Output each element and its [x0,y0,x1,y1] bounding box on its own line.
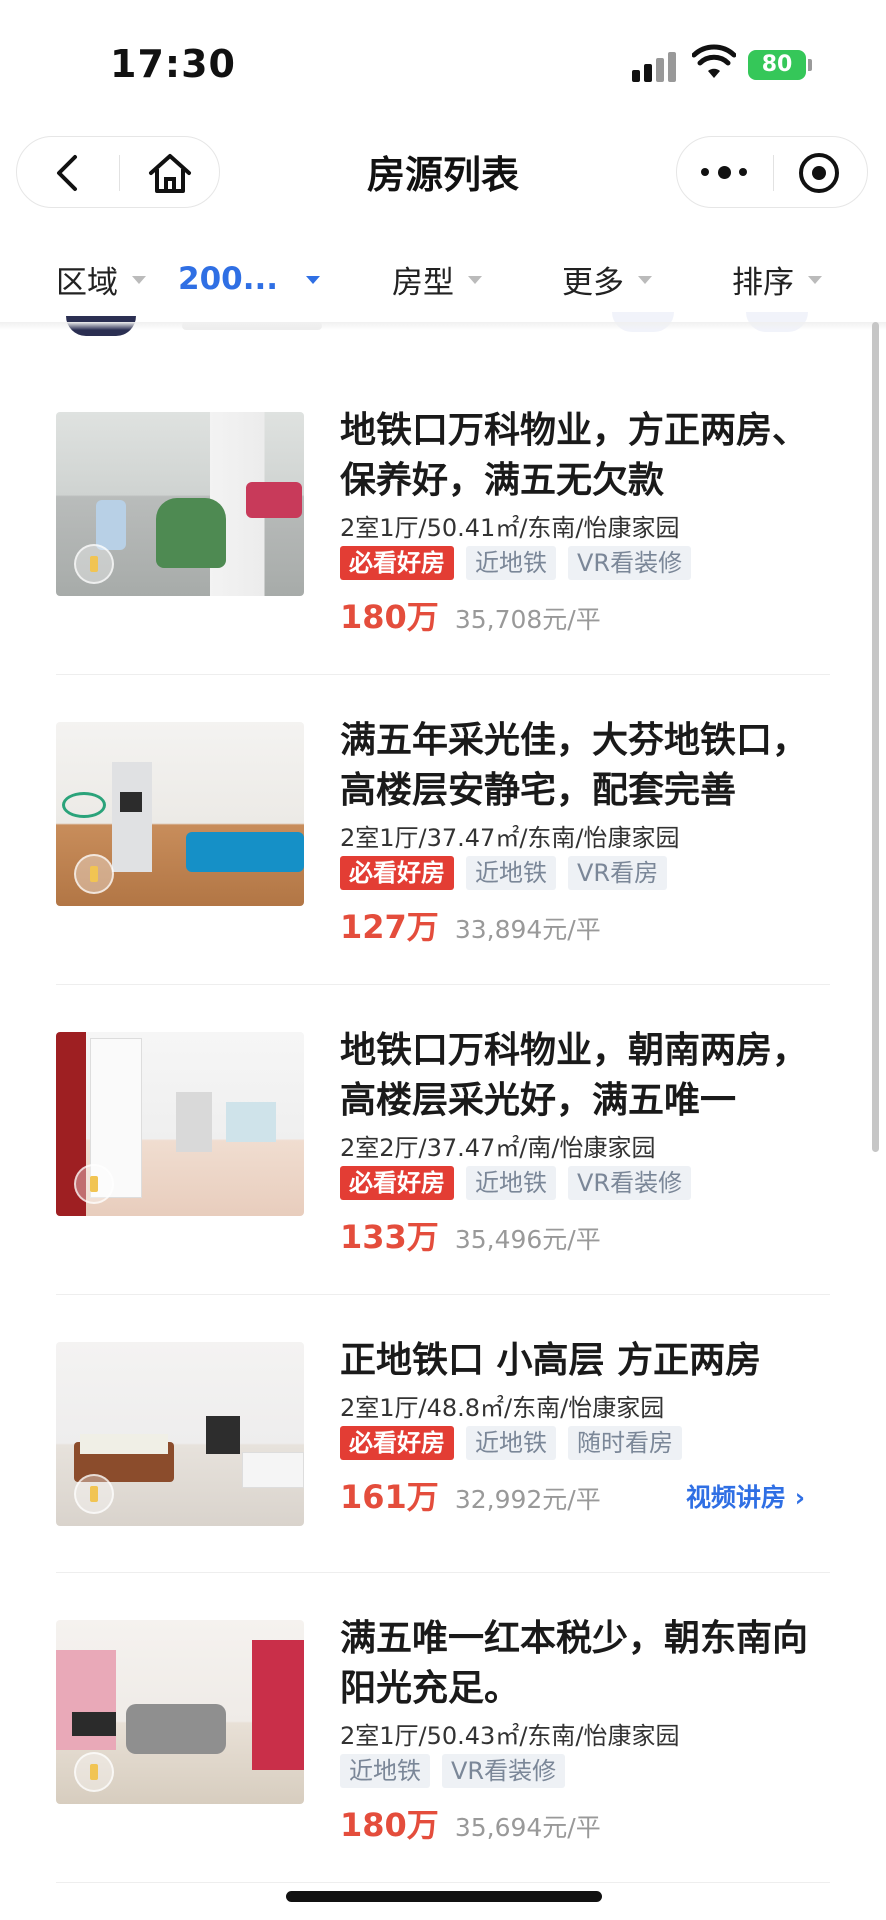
listing-title-line: 满五唯一红本税少，朝东南向 [340,1618,809,1659]
status-bar: 17:30 80 [0,0,886,120]
total-price: 180万 [340,1806,439,1844]
cellular-signal-icon [632,52,678,82]
listing-price: 127万 33,894元/平 [340,902,601,948]
battery-cap [808,59,812,71]
vr-play-icon[interactable] [74,854,114,894]
tag: VR看装修 [442,1754,566,1788]
listing-price: 161万 32,992元/平 [340,1472,601,1518]
unit-price: 35,496元/平 [454,1225,601,1254]
listing-title-line: 高楼层采光好，满五唯一 [340,1080,737,1121]
vr-play-icon[interactable] [74,1474,114,1514]
filter-district[interactable]: 区域 [56,254,146,304]
divider [56,1572,830,1573]
filter-price[interactable]: 200... [178,254,321,304]
listing-title-line: 地铁口万科物业，朝南两房， [340,1030,809,1071]
listing-title: 满五年采光佳，大芬地铁口， 高楼层安静宅，配套完善 [340,716,830,816]
listing-photo[interactable] [56,1342,304,1526]
tag: VR看装修 [568,546,692,580]
video-tour-link[interactable]: 视频讲房 › [686,1478,805,1514]
filter-more[interactable]: 更多 [562,254,652,304]
listing-title-line: 保养好，满五无欠款 [340,460,665,501]
tag: VR看装修 [568,1166,692,1200]
listing-meta: 2室1厅/50.41㎡/东南/怡康家园 [340,514,680,542]
listing-title-line: 阳光充足。 [340,1668,521,1709]
filter-label: 更多 [562,264,624,301]
total-price: 180万 [340,598,439,636]
tag: 近地铁 [466,546,556,580]
wifi-icon [692,44,736,78]
nav-capsule-right [676,136,868,208]
filter-sort[interactable]: 排序 [732,254,822,304]
battery-icon: 80 [748,50,806,80]
more-options-icon[interactable] [701,161,749,185]
filter-label: 房型 [392,264,454,301]
chevron-down-icon [638,276,652,284]
listing-title-line: 地铁口万科物业，方正两房、 [340,410,809,451]
tag-must-see: 必看好房 [340,1166,454,1200]
total-price: 133万 [340,1218,439,1256]
tag: 近地铁 [466,1426,556,1460]
listing-tags: 必看好房 近地铁 VR看装修 [340,1166,692,1200]
filter-room-type[interactable]: 房型 [392,254,482,304]
listing-title-line: 高楼层安静宅，配套完善 [340,770,737,811]
listing-meta: 2室2厅/37.47㎡/南/怡康家园 [340,1134,656,1162]
listing-title: 地铁口万科物业，朝南两房， 高楼层采光好，满五唯一 [340,1026,830,1126]
status-time: 17:30 [110,42,236,86]
unit-price: 32,992元/平 [454,1485,601,1514]
listing-title: 地铁口万科物业，方正两房、 保养好，满五无欠款 [340,406,830,506]
close-miniprogram-icon[interactable] [799,153,839,193]
chevron-down-icon [306,276,321,284]
listing-photo[interactable] [56,722,304,906]
listing-title: 正地铁口 小高层 方正两房 [340,1336,830,1386]
chevron-down-icon [468,276,482,284]
divider [56,1882,830,1883]
tag: 近地铁 [340,1754,430,1788]
video-tour-label: 视频讲房 [686,1483,787,1512]
unit-price: 35,694元/平 [454,1813,601,1842]
total-price: 161万 [340,1478,439,1516]
listing-title: 满五唯一红本税少，朝东南向 阳光充足。 [340,1614,830,1714]
listing-price: 180万 35,694元/平 [340,1800,601,1846]
tag: VR看房 [568,856,668,890]
vr-play-icon[interactable] [74,1752,114,1792]
listing-title-line: 满五年采光佳，大芬地铁口， [340,720,809,761]
vr-play-icon[interactable] [74,544,114,584]
filter-label: 排序 [732,264,794,301]
divider [56,1294,830,1295]
tag-must-see: 必看好房 [340,856,454,890]
total-price: 127万 [340,908,439,946]
tag-must-see: 必看好房 [340,546,454,580]
listing-tags: 近地铁 VR看装修 [340,1754,566,1788]
filter-label: 区域 [56,264,118,301]
unit-price: 35,708元/平 [454,605,601,634]
listing-price: 133万 35,496元/平 [340,1212,601,1258]
tag-must-see: 必看好房 [340,1426,454,1460]
listing-tags: 必看好房 近地铁 VR看房 [340,856,668,890]
scrollbar[interactable] [872,322,879,1152]
listing-title-line: 正地铁口 小高层 方正两房 [340,1340,762,1381]
divider [56,674,830,675]
unit-price: 33,894元/平 [454,915,601,944]
divider [56,984,830,985]
tag: 随时看房 [568,1426,682,1460]
tag: 近地铁 [466,1166,556,1200]
chevron-right-icon: › [794,1483,806,1512]
filter-label: 200... [178,261,279,297]
listing-tags: 必看好房 近地铁 VR看装修 [340,546,692,580]
chevron-down-icon [132,276,146,284]
listing-meta: 2室1厅/50.43㎡/东南/怡康家园 [340,1722,680,1750]
vr-play-icon[interactable] [74,1164,114,1204]
listing-meta: 2室1厅/37.47㎡/东南/怡康家园 [340,824,680,852]
listing-price: 180万 35,708元/平 [340,592,601,638]
home-indicator[interactable] [286,1891,602,1902]
tag: 近地铁 [466,856,556,890]
chevron-down-icon [808,276,822,284]
filter-shadow [0,322,886,330]
listing-photo[interactable] [56,412,304,596]
listing-photo[interactable] [56,1032,304,1216]
listing-tags: 必看好房 近地铁 随时看房 [340,1426,682,1460]
listing-meta: 2室1厅/48.8㎡/东南/怡康家园 [340,1394,665,1422]
listing-photo[interactable] [56,1620,304,1804]
